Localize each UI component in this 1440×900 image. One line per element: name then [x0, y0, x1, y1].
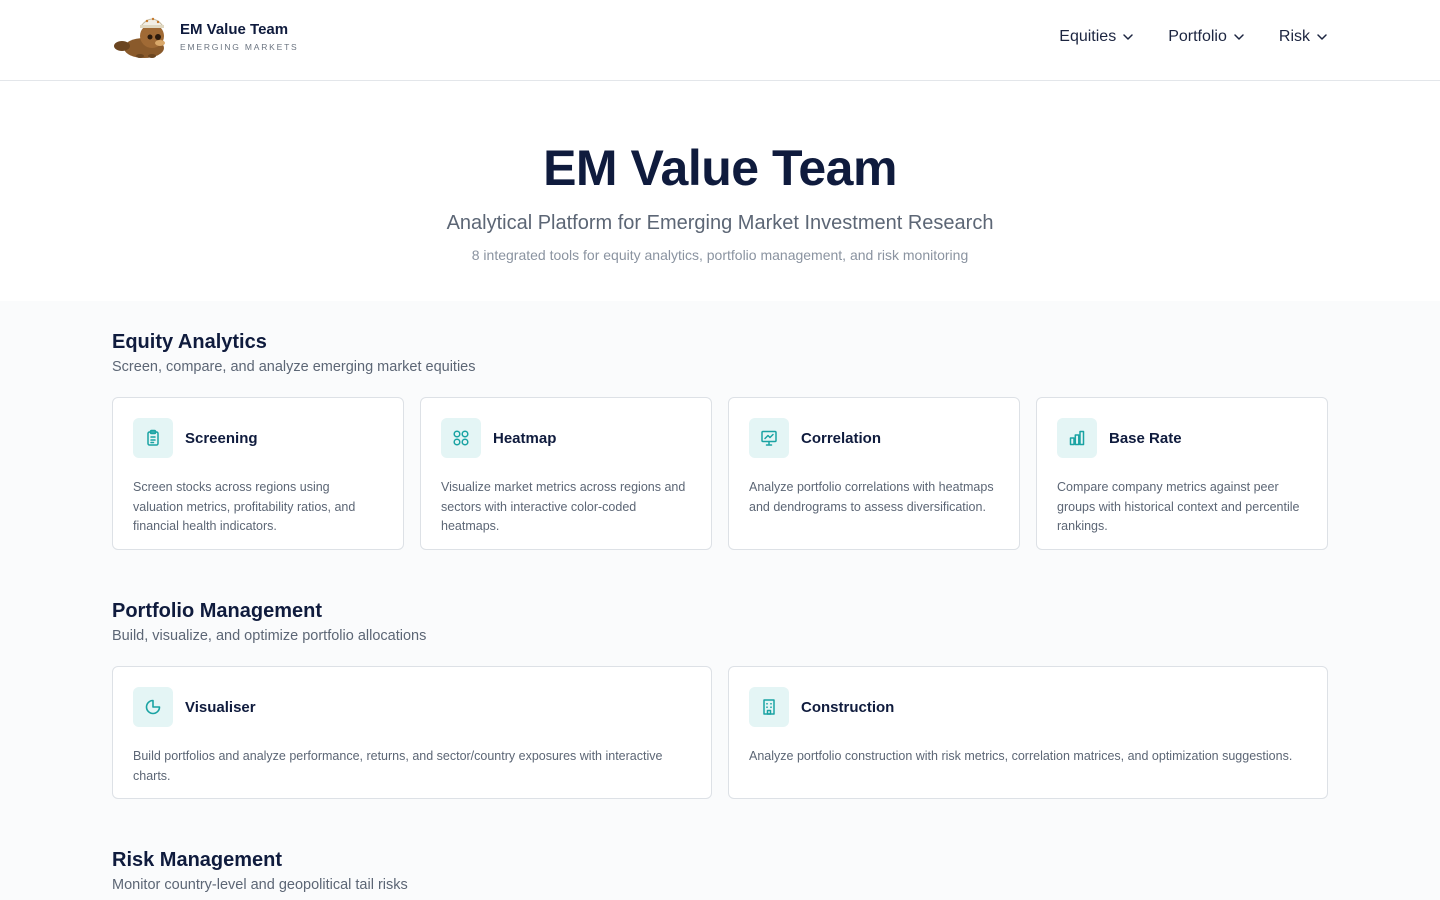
nav-risk-dropdown[interactable]: Risk: [1279, 28, 1328, 46]
card-description: Build portfolios and analyze performance…: [133, 749, 663, 783]
card-title: Base Rate: [1109, 429, 1182, 447]
tool-card-correlation[interactable]: Correlation Analyze portfolio correlatio…: [728, 397, 1020, 550]
bar-chart-icon: [1069, 430, 1085, 446]
brand-name: EM Value Team: [180, 20, 289, 38]
presentation-chart-icon: [761, 430, 777, 446]
chevron-down-icon: [1234, 34, 1244, 40]
nav-equities-dropdown[interactable]: Equities: [1059, 28, 1134, 46]
brand-logo-link[interactable]: EM Value Team EMERGING MARKETS: [114, 12, 299, 60]
section-desc-portfolio-management: Build, visualize, and optimize portfolio…: [112, 628, 427, 644]
section-title-equity-analytics: Equity Analytics: [112, 331, 267, 353]
page-note: 8 integrated tools for equity analytics,…: [471, 247, 969, 263]
tool-card-visualiser[interactable]: Visualiser Build portfolios and analyze …: [112, 666, 712, 799]
section-desc-risk-management: Monitor country-level and geopolitical t…: [112, 877, 408, 893]
card-description: Analyze portfolio correlations with heat…: [749, 480, 994, 514]
card-icon-box: [749, 418, 789, 458]
card-icon-box: [133, 687, 173, 727]
beaver-mascot-icon: [114, 17, 165, 58]
card-icon-box: [441, 418, 481, 458]
top-navigation-bar: EM Value Team EMERGING MARKETS Equities …: [0, 0, 1440, 81]
section-desc-equity-analytics: Screen, compare, and analyze emerging ma…: [112, 359, 476, 375]
clipboard-icon: [147, 429, 159, 446]
tool-card-construction[interactable]: Construction Analyze portfolio construct…: [728, 666, 1328, 799]
chevron-down-icon: [1123, 34, 1133, 40]
page-subtitle: Analytical Platform for Emerging Market …: [446, 212, 994, 234]
nav-item-label: Equities: [1059, 28, 1117, 45]
card-description: Compare company metrics against peer gro…: [1057, 480, 1300, 533]
tool-card-screening[interactable]: Screening Screen stocks across regions u…: [112, 397, 404, 550]
nav-item-label: Risk: [1278, 28, 1310, 45]
hero-section: EM Value Team Analytical Platform for Em…: [0, 81, 1440, 301]
nav-item-label: Portfolio: [1168, 28, 1227, 45]
card-icon-box: [1057, 418, 1097, 458]
tool-card-heatmap[interactable]: Heatmap Visualize market metrics across …: [420, 397, 712, 550]
building-icon: [763, 699, 775, 715]
chevron-down-icon: [1317, 34, 1327, 40]
card-description: Analyze portfolio construction with risk…: [749, 749, 1293, 763]
grid-icon: [453, 430, 469, 446]
card-description: Screen stocks across regions using valua…: [133, 480, 356, 533]
page-title: EM Value Team: [543, 140, 897, 196]
card-title: Heatmap: [493, 429, 557, 447]
card-title: Visualiser: [185, 698, 256, 716]
nav-portfolio-dropdown[interactable]: Portfolio: [1168, 28, 1245, 46]
section-title-portfolio-management: Portfolio Management: [112, 600, 323, 622]
card-description: Visualize market metrics across regions …: [441, 480, 686, 533]
card-title: Construction: [801, 698, 895, 716]
main-nav: Equities Portfolio Risk: [1025, 28, 1328, 46]
tool-card-base-rate[interactable]: Base Rate Compare company metrics agains…: [1036, 397, 1328, 550]
card-title: Correlation: [801, 429, 882, 447]
pie-chart-icon: [145, 699, 161, 715]
card-title: Screening: [185, 429, 258, 447]
brand-tagline: EMERGING MARKETS: [180, 41, 299, 52]
card-icon-box: [749, 687, 789, 727]
section-title-risk-management: Risk Management: [112, 849, 283, 871]
card-icon-box: [133, 418, 173, 458]
